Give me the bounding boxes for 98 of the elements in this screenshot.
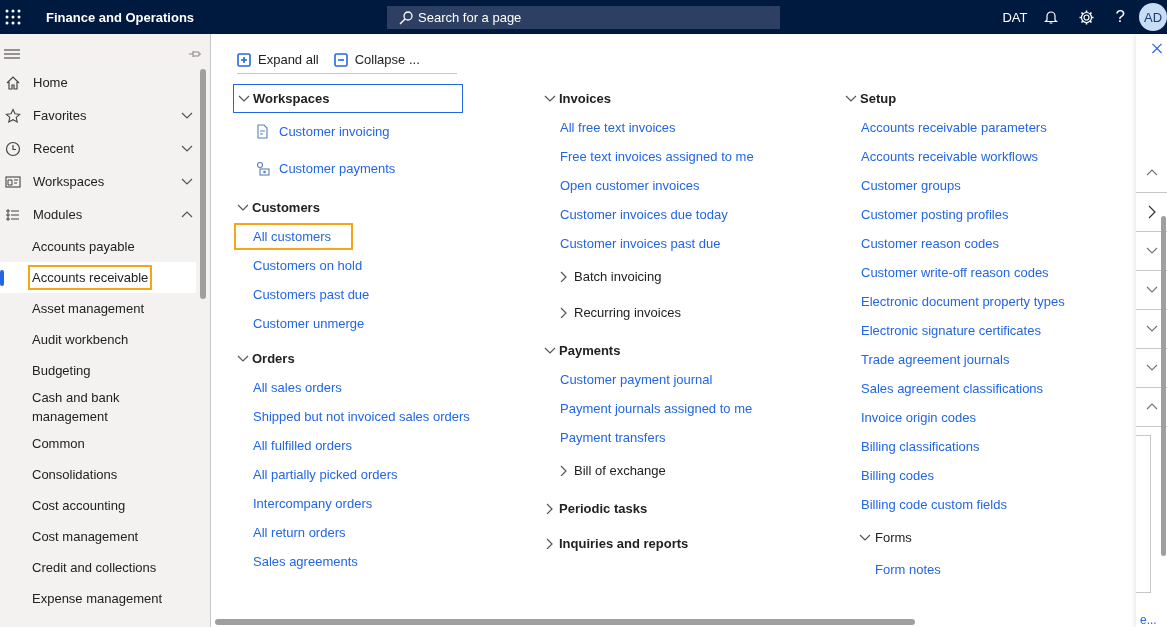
module-link[interactable]: Accounts receivable [28,265,153,290]
menu-link[interactable]: Shipped but not invoiced sales orders [253,409,470,424]
menu-link[interactable]: All fulfilled orders [253,438,352,453]
module-link[interactable]: Consolidations [32,463,172,486]
group-header[interactable]: Periodic tasks [540,494,770,523]
menu-link[interactable]: Customer invoices past due [560,236,721,251]
menu-link[interactable]: Customer write-off reason codes [861,265,1049,280]
list-icon [5,206,21,223]
module-link[interactable]: Common [32,432,172,455]
menu-link[interactable]: Form notes [875,562,941,577]
star-icon [5,107,21,124]
app-launcher-icon[interactable] [5,9,21,25]
module-link[interactable]: Cost management [32,525,172,548]
minus-square-icon [333,52,348,67]
pin-icon[interactable] [188,49,202,59]
window-icon [5,173,21,190]
group-header[interactable]: Batch invoicing [540,258,841,294]
menu-link[interactable]: Customer reason codes [861,236,999,251]
menu-link[interactable]: Invoice origin codes [861,410,976,425]
menu-link[interactable]: Billing classifications [861,439,980,454]
module-link[interactable]: Budgeting [32,359,172,382]
menu-link[interactable]: All free text invoices [560,120,676,135]
menu-link[interactable]: Payment transfers [560,430,666,445]
menu-link[interactable]: Accounts receivable workflows [861,149,1039,164]
chevron-down-icon [544,345,556,356]
group-header[interactable]: Payments [540,336,770,365]
menu-link[interactable]: Sales agreements [253,554,358,569]
menu-link[interactable]: Open customer invoices [560,178,700,193]
module-link[interactable]: Cash and bank management [32,386,172,428]
menu-link[interactable]: Electronic document property types [861,294,1065,309]
menu-link[interactable]: Sales agreement classifications [861,381,1044,396]
menu-link[interactable]: Billing codes [861,468,934,483]
menu-link[interactable]: Customer payment journal [560,372,713,387]
chevron-down-icon [237,202,249,213]
user-avatar[interactable]: AD [1139,3,1167,31]
chevron-down-icon [544,93,556,104]
menu-link[interactable]: Electronic signature certificates [861,323,1041,338]
menu-link[interactable]: Customer groups [861,178,961,193]
group-header[interactable]: Recurring invoices [540,294,841,330]
menu-link[interactable]: Free text invoices assigned to me [560,149,754,164]
group-header[interactable]: Inquiries and reports [540,529,770,558]
search-icon [399,10,413,25]
menu-link[interactable]: Customer invoicing [279,124,390,139]
nav-item[interactable]: Recent [0,132,210,165]
group-header[interactable]: Setup [841,84,1071,113]
nav-item[interactable]: Modules [0,198,210,231]
menu-link[interactable]: Customer unmerge [253,316,365,331]
collapse-all-button[interactable]: Collapse ... [333,52,420,67]
group-header[interactable]: Workspaces [233,84,463,113]
expand-all-button[interactable]: Expand all [237,52,319,67]
company-picker[interactable]: DAT [1002,9,1028,25]
menu-link[interactable]: All sales orders [253,380,342,395]
module-link[interactable]: Expense management [32,587,172,610]
more-link[interactable]: e... [1140,613,1157,627]
group-header[interactable]: Orders [233,344,463,373]
app-title: Finance and Operations [46,9,196,25]
document-icon [255,124,270,139]
menu-link[interactable]: Accounts receivable parameters [861,120,1047,135]
group-header[interactable]: Invoices [540,84,770,113]
module-link[interactable]: Asset management [32,297,172,320]
nav-item[interactable]: Home [0,66,210,99]
module-link[interactable]: Audit workbench [32,328,172,351]
menu-link[interactable]: All customers [234,223,354,250]
module-link[interactable]: Cost accounting [32,494,172,517]
menu-link[interactable]: Customer payments [279,161,396,176]
bell-icon[interactable] [1042,9,1059,25]
menu-link[interactable]: All partially picked orders [253,467,398,482]
group-header[interactable]: Bill of exchange [540,452,841,488]
nav-item[interactable]: Favorites [0,99,210,132]
menu-link[interactable]: Intercompany orders [253,496,373,511]
module-link[interactable]: Credit and collections [32,556,172,579]
help-button[interactable]: ? [1115,7,1125,27]
menu-link[interactable]: Payment journals assigned to me [560,401,753,416]
chevron-down-icon [845,93,857,104]
home-icon [5,74,21,91]
person-card-icon [255,161,270,176]
chevron-down-icon [237,353,249,364]
group-header[interactable]: Customers [233,193,463,222]
close-icon[interactable] [1151,43,1163,54]
module-link[interactable]: Accounts payable [32,235,172,258]
group-header[interactable]: Forms [841,519,1071,555]
menu-link[interactable]: Customer invoices due today [560,207,728,222]
settings-icon[interactable] [1077,8,1095,26]
search-field[interactable]: Search for a page [387,5,780,29]
menu-link[interactable]: Trade agreement journals [861,352,1010,367]
vertical-scrollbar[interactable] [200,69,206,299]
menu-link[interactable]: Customers on hold [253,258,363,273]
menu-link[interactable]: Customers past due [253,287,370,302]
menu-link[interactable]: Customer posting profiles [861,207,1009,222]
vertical-scrollbar[interactable] [1161,216,1166,556]
menu-link[interactable]: Billing code custom fields [861,497,1007,512]
clock-icon [5,140,21,157]
selection-indicator [0,270,4,286]
menu-icon[interactable] [2,47,22,61]
chevron-down-icon [238,93,250,104]
plus-square-icon [237,52,251,67]
nav-item[interactable]: Workspaces [0,165,210,198]
menu-link[interactable]: All return orders [253,525,346,540]
